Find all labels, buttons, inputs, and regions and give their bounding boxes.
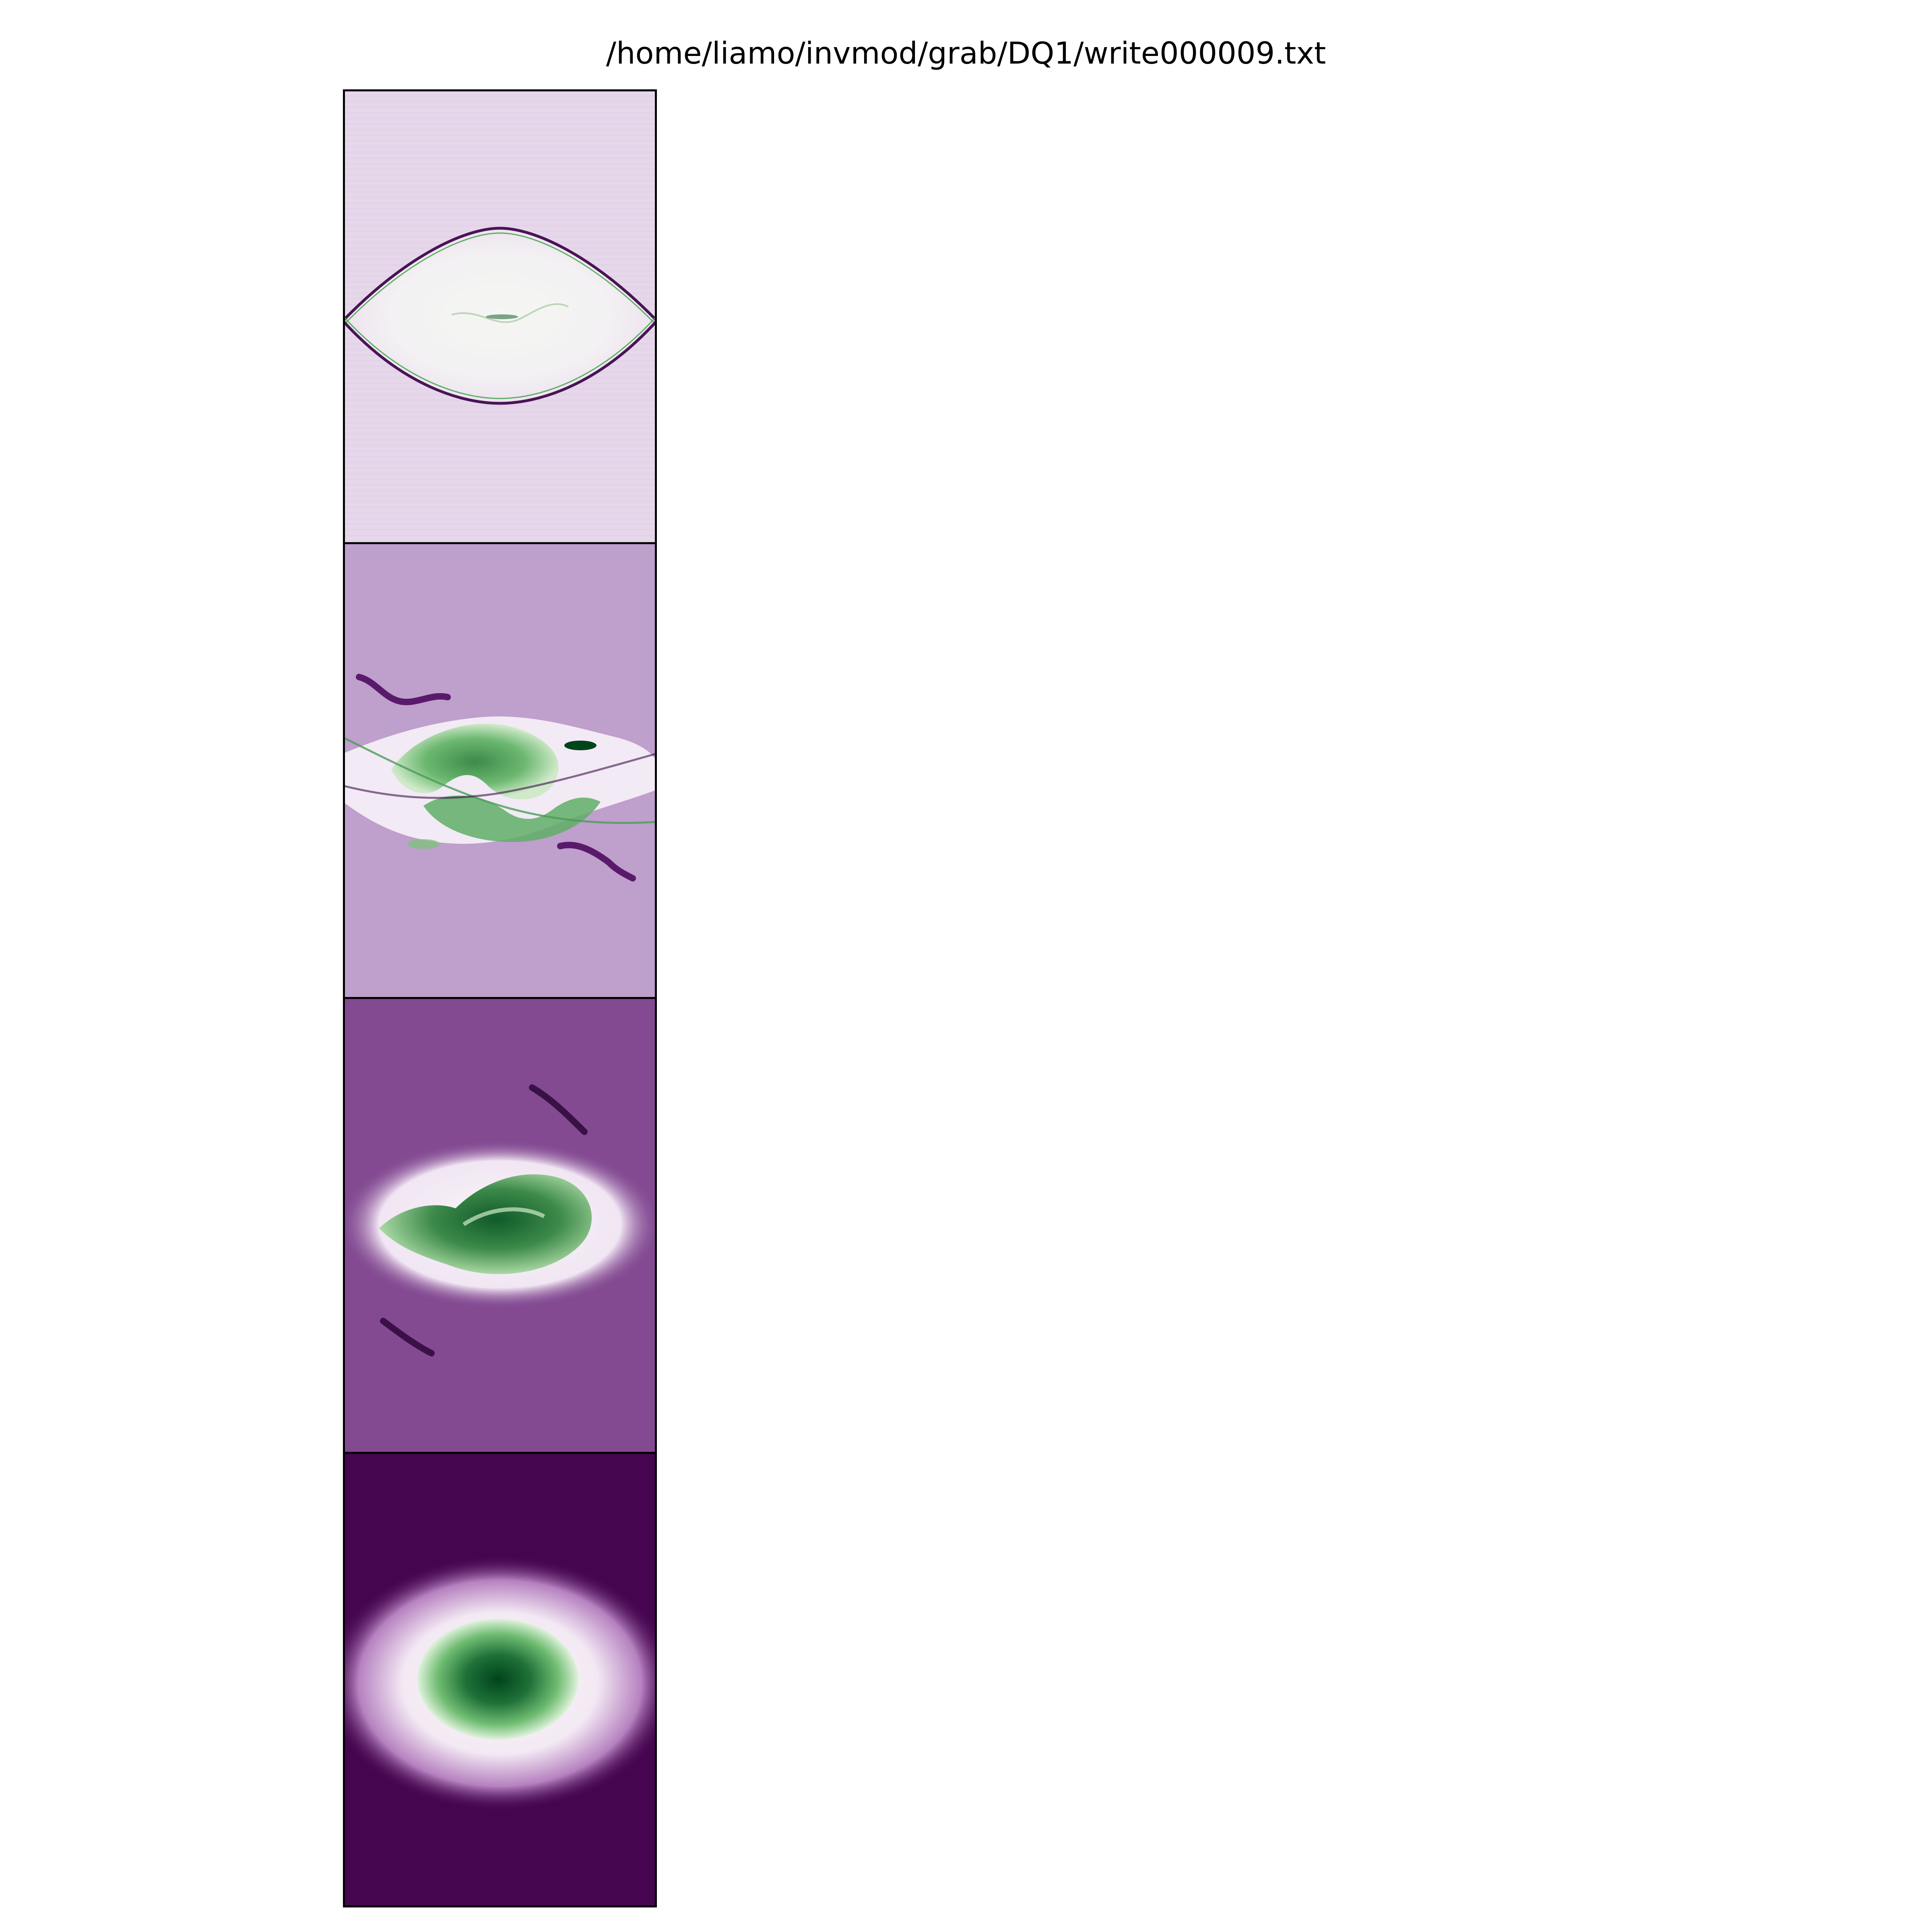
image-panel-3 bbox=[343, 999, 657, 1453]
image-panel-4 bbox=[343, 1454, 657, 1907]
panel-divider-1 bbox=[343, 542, 657, 544]
panel-divider-3 bbox=[343, 1452, 657, 1454]
panel-2-canvas bbox=[343, 544, 657, 998]
panel-3-canvas bbox=[343, 999, 657, 1453]
image-panel-2 bbox=[343, 544, 657, 998]
panel-divider-2 bbox=[343, 997, 657, 999]
panel-4-canvas bbox=[343, 1454, 657, 1907]
panel-2-dark-spot bbox=[564, 741, 597, 750]
figure-title: /home/liamo/invmod/grab/DQ1/write000009.… bbox=[606, 35, 1326, 71]
image-panel-1 bbox=[343, 89, 657, 543]
panel-4-core bbox=[417, 1619, 578, 1740]
panel-1-center-mark bbox=[486, 314, 518, 319]
panel-2-small-green bbox=[407, 839, 440, 849]
panel-1-canvas bbox=[343, 89, 657, 543]
